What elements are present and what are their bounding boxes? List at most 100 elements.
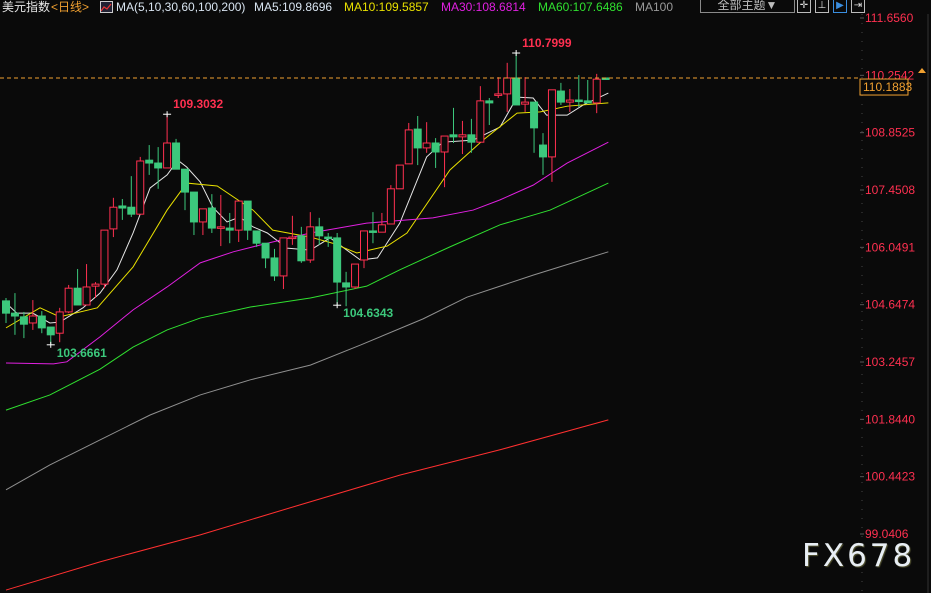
candle-up [547, 89, 556, 158]
candle-down [413, 128, 422, 149]
y-tick-label: 104.6474 [865, 298, 915, 312]
y-tick-label: 106.0491 [865, 240, 915, 254]
candle-down [449, 134, 458, 138]
candle-up [306, 226, 315, 261]
ma5-value: MA5:109.8696 [254, 0, 333, 14]
candle-down [19, 316, 28, 325]
candle-down [189, 191, 198, 223]
candle-down [485, 100, 494, 104]
candle-up [422, 142, 431, 149]
candle-up [82, 286, 91, 306]
ma10-value: MA10:109.5857 [344, 0, 429, 14]
candle-down [10, 312, 19, 317]
candle-up [476, 100, 485, 143]
candle-down [324, 236, 333, 240]
candle-down [512, 77, 521, 106]
candle-down [37, 315, 46, 329]
candle-up [395, 164, 404, 190]
instrument-title: 美元指数 [2, 0, 51, 14]
ma-line-ma5 [5, 92, 609, 324]
ma-line-ma10 [5, 102, 609, 329]
price-up-arrow-icon [918, 68, 926, 74]
candle-down [252, 230, 261, 244]
candle-up [494, 93, 503, 96]
candle-up [386, 188, 395, 225]
y-tick-label: 100.4423 [865, 470, 915, 484]
candle-up [458, 134, 467, 138]
candle-down [145, 159, 154, 164]
current-price-label: 110.1883 [863, 80, 912, 94]
candle-up [351, 263, 360, 288]
candle-up [136, 160, 145, 215]
annotation-low: 103.6661 [57, 346, 107, 360]
candle-up [404, 129, 413, 165]
candle-down [315, 226, 324, 237]
ma100-value: MA100 [635, 0, 674, 14]
candle-up [91, 283, 100, 287]
candle-down [2, 300, 10, 314]
indicator-chart-icon[interactable] [100, 1, 113, 13]
candlestick-chart[interactable]: 111.6560110.2542108.8525107.4508106.0491… [0, 0, 931, 593]
candle-up [565, 99, 574, 103]
candle-down [181, 168, 189, 193]
candle-down [154, 162, 163, 169]
candle-down [530, 101, 539, 129]
candle-up [234, 200, 243, 231]
candle-down [431, 142, 440, 153]
candle-down [368, 230, 377, 233]
y-tick-label: 103.2457 [865, 355, 915, 369]
candle-up [592, 78, 601, 104]
candle-down [583, 100, 592, 104]
play-icon[interactable]: ▶ [833, 0, 847, 13]
candle-down [342, 282, 351, 288]
y-tick-label: 108.8525 [865, 126, 915, 140]
candle-down [207, 207, 216, 229]
candle-down [539, 144, 547, 158]
candle-down [118, 205, 127, 209]
candle-down [270, 257, 279, 277]
candle-up [216, 226, 225, 229]
candle-down [467, 134, 476, 143]
candle-down [46, 326, 55, 336]
candle-up [109, 206, 118, 230]
candle-down [225, 227, 234, 231]
annotation-low: 104.6343 [343, 306, 393, 320]
y-tick-label: 101.8440 [865, 412, 915, 426]
candle-up [440, 135, 449, 153]
candle-down [297, 235, 306, 262]
candle-up [55, 311, 64, 334]
candle-up [360, 230, 368, 261]
annotation-high: 109.3032 [173, 97, 223, 111]
theme-dropdown-button[interactable]: 全部主题▼ [700, 0, 795, 13]
watermark-logo: FX678 [802, 538, 916, 574]
candle-down [574, 99, 583, 103]
candle-up [288, 236, 297, 240]
candle-up [521, 101, 530, 105]
candle-down [261, 242, 270, 259]
candle-down [127, 206, 136, 215]
candle-up [377, 224, 386, 233]
candle-down [73, 287, 82, 306]
crosshair-icon[interactable]: ✛ [797, 0, 811, 13]
ma60-value: MA60:107.6486 [538, 0, 623, 14]
export-icon[interactable]: ⇥ [851, 0, 865, 13]
chart-header: 美元指数 <日线> MA(5,10,30,60,100,200) MA5:109… [0, 0, 931, 16]
candle-down [243, 200, 252, 231]
annotation-high: 110.7999 [522, 36, 572, 50]
candle-up [279, 237, 288, 277]
candle-up [100, 229, 109, 285]
ma-params[interactable]: MA(5,10,30,60,100,200) [116, 0, 245, 14]
range-icon[interactable]: ⊥ [815, 0, 829, 13]
ma30-value: MA30:108.6814 [441, 0, 526, 14]
candle-down [172, 142, 181, 170]
candle-down [556, 90, 565, 103]
candle-down [333, 237, 342, 283]
candle-up [64, 287, 73, 313]
y-tick-label: 107.4508 [865, 183, 915, 197]
candle-up [503, 77, 512, 95]
candle-up [28, 315, 37, 324]
period-selector[interactable]: <日线> [51, 0, 89, 14]
candle-up [163, 142, 172, 169]
candle-up [198, 208, 207, 223]
ma-line-ma200 [5, 419, 609, 591]
